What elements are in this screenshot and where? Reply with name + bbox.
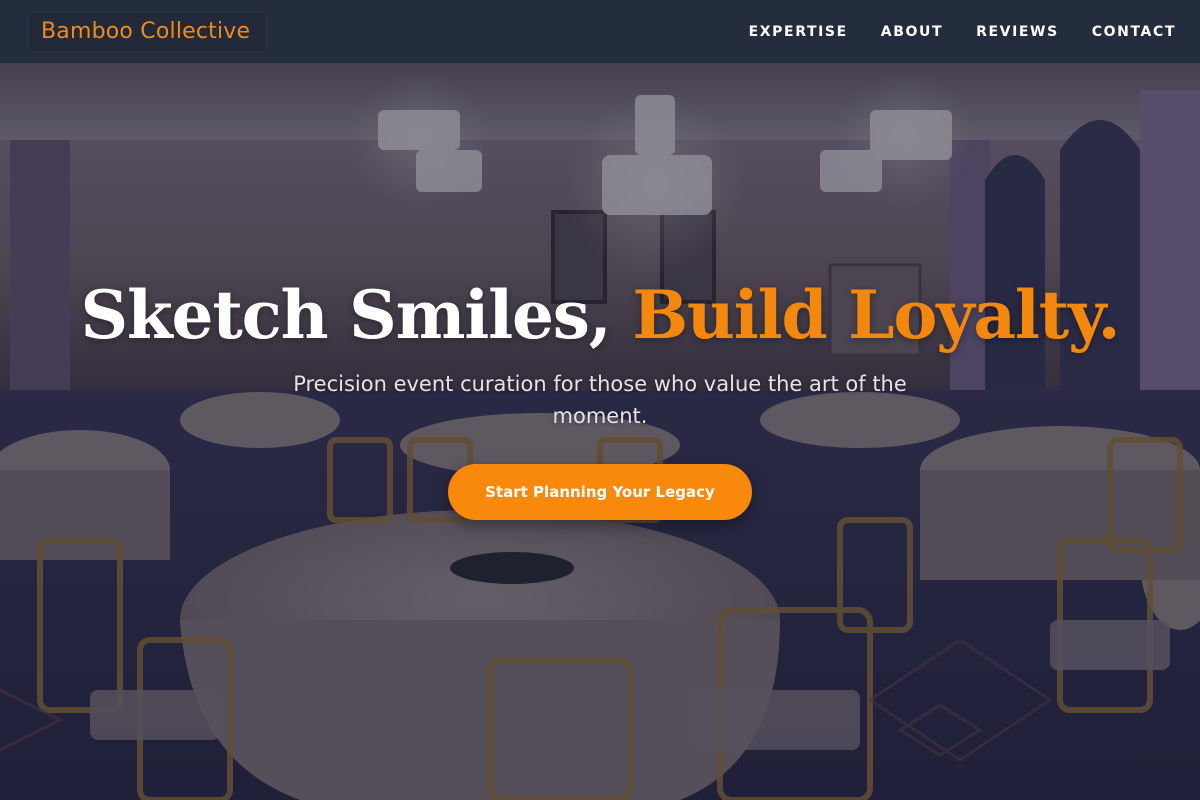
hero-title: Sketch Smiles, Build Loyalty. — [0, 276, 1200, 354]
hero-section: Sketch Smiles, Build Loyalty. Precision … — [0, 0, 1200, 800]
start-planning-button[interactable]: Start Planning Your Legacy — [448, 464, 752, 520]
hero-title-main: Sketch Smiles, — [80, 276, 612, 354]
hero-subtitle: Precision event curation for those who v… — [293, 372, 907, 428]
hero-title-accent: Build Loyalty. — [632, 276, 1120, 354]
